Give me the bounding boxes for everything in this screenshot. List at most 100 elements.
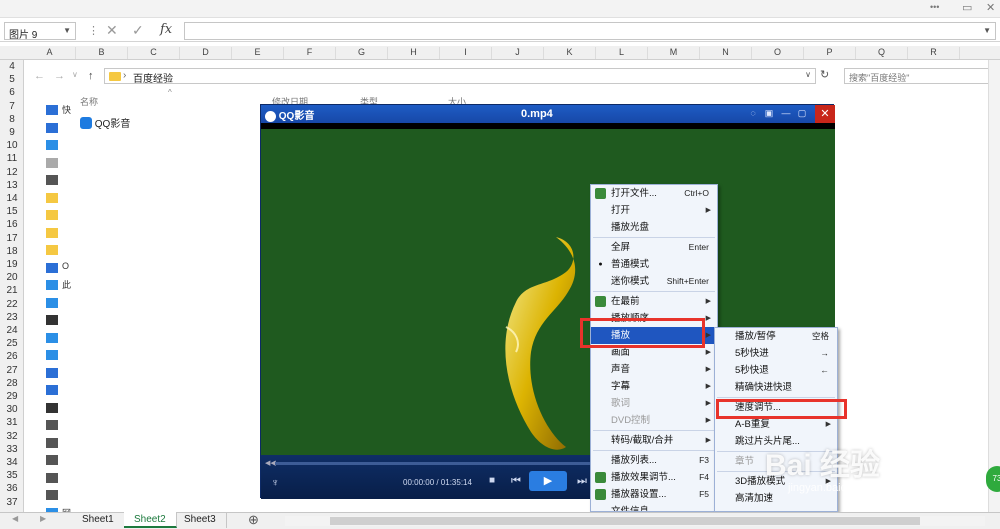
player-titlebar[interactable]: QQ影音 0.mp4 ◌ ▣ — ▢ ✕ [261, 105, 835, 123]
column-C[interactable]: C [128, 47, 180, 59]
expand-formula-icon[interactable]: ▼ [983, 26, 991, 35]
row-20[interactable]: 20 [0, 271, 24, 284]
up-arrow-icon[interactable]: ↑ [88, 70, 94, 82]
prev-sheet-icon[interactable]: ◀ [12, 514, 18, 523]
tab-sheet2[interactable]: Sheet2 [124, 512, 177, 528]
row-7[interactable]: 7 [0, 100, 24, 113]
sidebar-item-label[interactable]: 快 [62, 103, 71, 116]
row-12[interactable]: 12 [0, 166, 24, 179]
formula-input[interactable]: ▼ [184, 22, 996, 40]
row-31[interactable]: 31 [0, 416, 24, 429]
column-O[interactable]: O [752, 47, 804, 59]
audio-icon[interactable]: ♆ [271, 477, 279, 489]
row-37[interactable]: 37 [0, 496, 24, 509]
minimize-icon[interactable]: — [780, 108, 792, 120]
row-8[interactable]: 8 [0, 113, 24, 126]
horizontal-scroll-thumb[interactable] [330, 517, 920, 525]
column-Q[interactable]: Q [856, 47, 908, 59]
vertical-scrollbar[interactable] [988, 60, 1000, 512]
forward-arrow-icon[interactable]: → [54, 70, 65, 82]
tab-sheet1[interactable]: Sheet1 [72, 512, 125, 528]
row-13[interactable]: 13 [0, 179, 24, 192]
menu-item[interactable]: ● 普通模式 [591, 256, 717, 273]
tab-sheet3[interactable]: Sheet3 [174, 512, 227, 528]
row-33[interactable]: 33 [0, 443, 24, 456]
restore-icon[interactable]: ▭ [962, 1, 972, 14]
column-A[interactable]: A [24, 47, 76, 59]
menu-item[interactable]: 打开文件... Ctrl+O [591, 185, 717, 202]
file-item-qqplayer[interactable]: QQ影音 [80, 115, 130, 130]
row-18[interactable]: 18 [0, 245, 24, 258]
back-arrow-icon[interactable]: ← [34, 70, 45, 82]
row-17[interactable]: 17 [0, 232, 24, 245]
row-30[interactable]: 30 [0, 403, 24, 416]
column-H[interactable]: H [388, 47, 440, 59]
column-E[interactable]: E [232, 47, 284, 59]
message-icon[interactable]: ◌ [747, 108, 759, 120]
next-sheet-icon[interactable]: ▶ [40, 514, 46, 523]
row-22[interactable]: 22 [0, 298, 24, 311]
row-27[interactable]: 27 [0, 364, 24, 377]
menu-item[interactable]: 播放光盘 [591, 219, 717, 236]
cancel-icon[interactable]: ✕ [106, 22, 118, 39]
column-P[interactable]: P [804, 47, 856, 59]
previous-icon[interactable]: ⏮ [511, 475, 521, 488]
row-23[interactable]: 23 [0, 311, 24, 324]
menu-item[interactable]: 文件信息... [591, 503, 717, 511]
menu-item[interactable]: 转码/截取/合并 ▶ [591, 432, 717, 449]
column-N[interactable]: N [700, 47, 752, 59]
ribbon-options-dots[interactable]: ••• [930, 2, 939, 12]
menu-item[interactable]: 迷你模式 Shift+Enter [591, 273, 717, 290]
row-14[interactable]: 14 [0, 192, 24, 205]
row-5[interactable]: 5 [0, 73, 24, 86]
row-19[interactable]: 19 [0, 258, 24, 271]
menu-item[interactable]: 在最前 ▶ [591, 293, 717, 310]
row-15[interactable]: 15 [0, 205, 24, 218]
stop-icon[interactable]: ■ [489, 475, 495, 486]
column-L[interactable]: L [596, 47, 648, 59]
row-10[interactable]: 10 [0, 139, 24, 152]
column-G[interactable]: G [336, 47, 388, 59]
close-icon[interactable]: ✕ [986, 1, 995, 14]
progress-bar[interactable] [275, 462, 605, 465]
play-button[interactable]: ▶ [529, 471, 567, 491]
column-R[interactable]: R [908, 47, 960, 59]
row-16[interactable]: 16 [0, 218, 24, 231]
player-close-button[interactable]: ✕ [815, 105, 835, 123]
row-36[interactable]: 36 [0, 482, 24, 495]
menu-item[interactable]: 全屏 Enter [591, 239, 717, 256]
address-bar[interactable]: › 百度经验 ∨ [104, 68, 816, 85]
menu-item[interactable]: 打开 ▶ [591, 202, 717, 219]
skin-icon[interactable]: ▣ [763, 108, 775, 120]
row-34[interactable]: 34 [0, 456, 24, 469]
menu-item[interactable]: 声音 ▶ [591, 361, 717, 378]
row-28[interactable]: 28 [0, 377, 24, 390]
maximize-icon[interactable]: ▢ [796, 108, 808, 120]
menu-item[interactable]: 播放器设置... F5 [591, 486, 717, 503]
column-name[interactable]: 名称 [80, 95, 98, 108]
name-box[interactable]: 图片 9 ▼ [4, 22, 76, 41]
submenu-item[interactable]: 5秒快进 → [715, 345, 837, 362]
recent-chevron-icon[interactable]: ∨ [72, 70, 78, 79]
menu-item[interactable]: 播放列表... F3 [591, 452, 717, 469]
submenu-item[interactable]: 播放/暂停 空格 [715, 328, 837, 345]
chevron-down-icon[interactable]: ▼ [63, 26, 71, 35]
breadcrumb[interactable]: 百度经验 [133, 74, 173, 85]
next-icon[interactable]: ⏭ [577, 475, 587, 488]
menu-item[interactable]: 字幕 ▶ [591, 378, 717, 395]
row-35[interactable]: 35 [0, 469, 24, 482]
enter-check-icon[interactable]: ✓ [132, 22, 144, 39]
menu-item[interactable]: 播放效果调节... F4 [591, 469, 717, 486]
row-29[interactable]: 29 [0, 390, 24, 403]
column-F[interactable]: F [284, 47, 336, 59]
insert-function-icon[interactable]: fx [160, 22, 172, 37]
sidebar-item-label[interactable]: 此 [62, 278, 71, 291]
badge[interactable]: 73 [986, 466, 1000, 492]
column-J[interactable]: J [492, 47, 544, 59]
column-I[interactable]: I [440, 47, 492, 59]
submenu-item[interactable]: 5秒快退 ← [715, 362, 837, 379]
submenu-item[interactable]: 精确快进快退 [715, 379, 837, 396]
column-B[interactable]: B [76, 47, 128, 59]
row-4[interactable]: 4 [0, 60, 24, 73]
row-25[interactable]: 25 [0, 337, 24, 350]
